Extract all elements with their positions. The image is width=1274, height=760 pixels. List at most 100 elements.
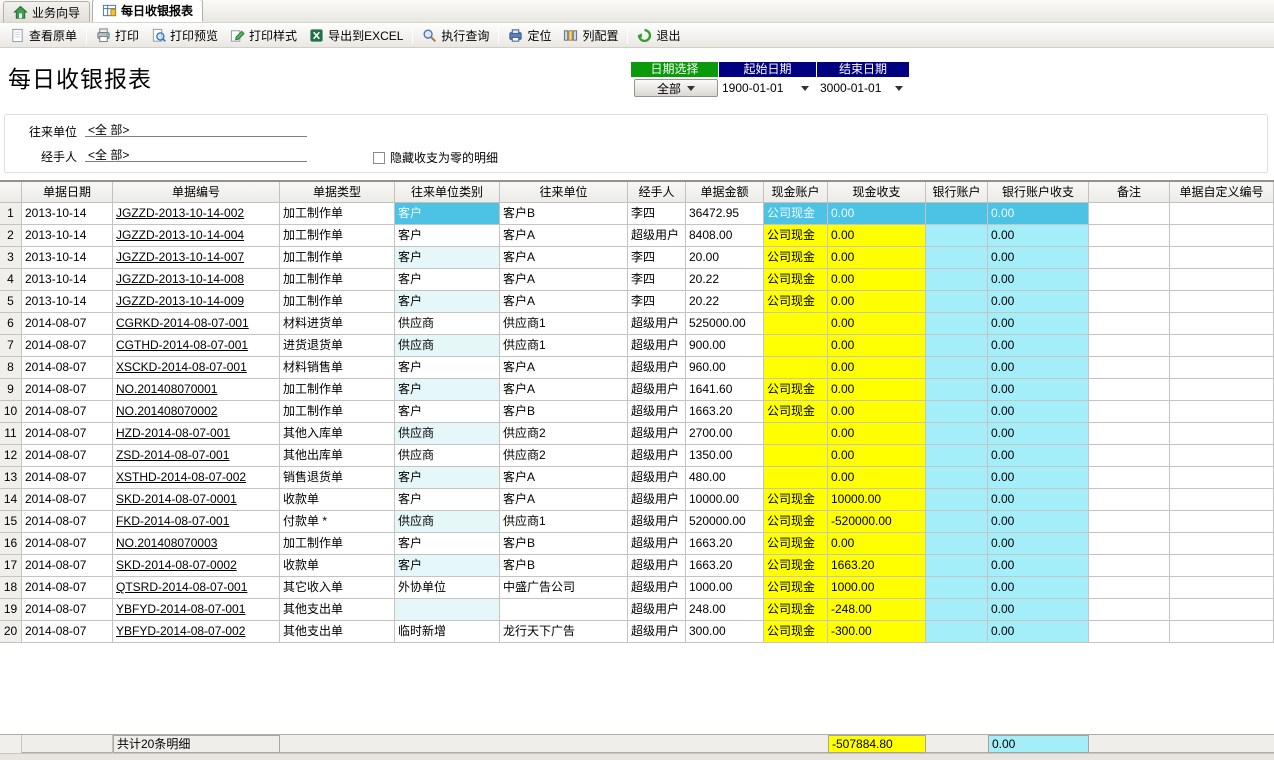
cell-doc-type[interactable]: 加工制作单 (280, 379, 395, 401)
start-date-select[interactable]: 1900-01-01 (719, 79, 813, 97)
cell-amount[interactable]: 36472.95 (686, 203, 764, 225)
cell-bank-account[interactable] (926, 467, 988, 489)
cell-doc-no[interactable]: JGZZD-2013-10-14-002 (113, 203, 280, 225)
partner-filter-value[interactable]: <全 部> (85, 121, 307, 137)
cell-doc-type[interactable]: 材料销售单 (280, 357, 395, 379)
cell-partner[interactable]: 客户A (500, 357, 628, 379)
cell-handler[interactable]: 李四 (628, 291, 686, 313)
toolbar-button-print-style[interactable]: 打印样式 (224, 25, 303, 46)
cell-doc-date[interactable]: 2014-08-07 (22, 533, 113, 555)
cell-custom-no[interactable] (1170, 621, 1274, 643)
cell-remark[interactable] (1089, 621, 1170, 643)
cell-doc-no[interactable]: YBFYD-2014-08-07-002 (113, 621, 280, 643)
cell-doc-date[interactable]: 2014-08-07 (22, 489, 113, 511)
cell-handler[interactable]: 超级用户 (628, 225, 686, 247)
cell-doc-date[interactable]: 2014-08-07 (22, 467, 113, 489)
cell-row-number[interactable]: 19 (0, 599, 22, 621)
cell-handler[interactable]: 李四 (628, 269, 686, 291)
cell-partner[interactable]: 客户A (500, 225, 628, 247)
cell-handler[interactable]: 超级用户 (628, 335, 686, 357)
cell-bank-account[interactable] (926, 599, 988, 621)
cell-custom-no[interactable] (1170, 247, 1274, 269)
cell-cash-account[interactable] (764, 335, 828, 357)
cell-amount[interactable]: 960.00 (686, 357, 764, 379)
toolbar-button-excel[interactable]: 导出到EXCEL (303, 25, 409, 46)
cell-amount[interactable]: 8408.00 (686, 225, 764, 247)
cell-doc-no[interactable]: JGZZD-2013-10-14-008 (113, 269, 280, 291)
cell-custom-no[interactable] (1170, 357, 1274, 379)
cell-partner-category[interactable]: 外协单位 (395, 577, 500, 599)
cell-partner[interactable]: 供应商1 (500, 335, 628, 357)
cell-remark[interactable] (1089, 533, 1170, 555)
cell-remark[interactable] (1089, 489, 1170, 511)
cell-bank-flow[interactable]: 0.00 (988, 247, 1089, 269)
cell-row-number[interactable]: 4 (0, 269, 22, 291)
cell-custom-no[interactable] (1170, 291, 1274, 313)
cell-row-number[interactable]: 1 (0, 203, 22, 225)
cell-partner-category[interactable]: 供应商 (395, 511, 500, 533)
cell-doc-no[interactable]: SKD-2014-08-07-0001 (113, 489, 280, 511)
cell-doc-no[interactable]: XSTHD-2014-08-07-002 (113, 467, 280, 489)
cell-custom-no[interactable] (1170, 203, 1274, 225)
handler-filter-value[interactable]: <全 部> (85, 146, 307, 162)
cell-doc-no[interactable]: FKD-2014-08-07-001 (113, 511, 280, 533)
cell-partner-category[interactable]: 客户 (395, 357, 500, 379)
cell-row-number[interactable]: 8 (0, 357, 22, 379)
cell-cash-flow[interactable]: 0.00 (828, 401, 926, 423)
cell-partner[interactable]: 客户A (500, 379, 628, 401)
cell-partner[interactable]: 客户B (500, 203, 628, 225)
cell-cash-account[interactable] (764, 313, 828, 335)
tab-business-wizard[interactable]: 业务向导 (3, 1, 90, 22)
cell-handler[interactable]: 超级用户 (628, 555, 686, 577)
cell-doc-date[interactable]: 2014-08-07 (22, 335, 113, 357)
toolbar-button-exit[interactable]: 退出 (631, 25, 686, 46)
cell-remark[interactable] (1089, 379, 1170, 401)
cell-handler[interactable]: 超级用户 (628, 489, 686, 511)
toolbar-button-locate[interactable]: 定位 (502, 25, 557, 46)
cell-handler[interactable]: 超级用户 (628, 599, 686, 621)
cell-row-number[interactable]: 3 (0, 247, 22, 269)
cell-amount[interactable]: 1663.20 (686, 401, 764, 423)
cell-doc-date[interactable]: 2013-10-14 (22, 203, 113, 225)
cell-cash-flow[interactable]: 1663.20 (828, 555, 926, 577)
cell-cash-account[interactable] (764, 445, 828, 467)
cell-partner[interactable]: 客户B (500, 555, 628, 577)
cell-amount[interactable]: 20.22 (686, 291, 764, 313)
cell-bank-account[interactable] (926, 247, 988, 269)
cell-partner-category[interactable]: 客户 (395, 555, 500, 577)
cell-custom-no[interactable] (1170, 599, 1274, 621)
cell-amount[interactable]: 900.00 (686, 335, 764, 357)
cell-doc-no[interactable]: NO.201408070003 (113, 533, 280, 555)
cell-amount[interactable]: 300.00 (686, 621, 764, 643)
cell-doc-no[interactable]: NO.201408070001 (113, 379, 280, 401)
cell-custom-no[interactable] (1170, 577, 1274, 599)
cell-remark[interactable] (1089, 599, 1170, 621)
cell-handler[interactable]: 超级用户 (628, 577, 686, 599)
cell-partner-category[interactable]: 客户 (395, 247, 500, 269)
cell-custom-no[interactable] (1170, 379, 1274, 401)
cell-cash-account[interactable]: 公司现金 (764, 599, 828, 621)
cell-partner[interactable]: 客户A (500, 467, 628, 489)
cell-remark[interactable] (1089, 225, 1170, 247)
cell-doc-type[interactable]: 其他出库单 (280, 445, 395, 467)
cell-cash-flow[interactable]: 0.00 (828, 225, 926, 247)
cell-partner[interactable]: 龙行天下广告 (500, 621, 628, 643)
cell-cash-flow[interactable]: 0.00 (828, 269, 926, 291)
cell-doc-date[interactable]: 2013-10-14 (22, 269, 113, 291)
cell-bank-flow[interactable]: 0.00 (988, 423, 1089, 445)
cell-cash-account[interactable] (764, 423, 828, 445)
cell-doc-date[interactable]: 2014-08-07 (22, 555, 113, 577)
cell-bank-flow[interactable]: 0.00 (988, 511, 1089, 533)
cell-handler[interactable]: 李四 (628, 247, 686, 269)
cell-row-number[interactable]: 2 (0, 225, 22, 247)
cell-doc-type[interactable]: 收款单 (280, 489, 395, 511)
cell-partner[interactable] (500, 599, 628, 621)
cell-bank-account[interactable] (926, 489, 988, 511)
cell-doc-type[interactable]: 加工制作单 (280, 225, 395, 247)
end-date-select[interactable]: 3000-01-01 (817, 79, 907, 97)
cell-doc-no[interactable]: CGTHD-2014-08-07-001 (113, 335, 280, 357)
cell-cash-account[interactable]: 公司现金 (764, 555, 828, 577)
cell-cash-flow[interactable]: -248.00 (828, 599, 926, 621)
cell-remark[interactable] (1089, 291, 1170, 313)
cell-bank-flow[interactable]: 0.00 (988, 489, 1089, 511)
